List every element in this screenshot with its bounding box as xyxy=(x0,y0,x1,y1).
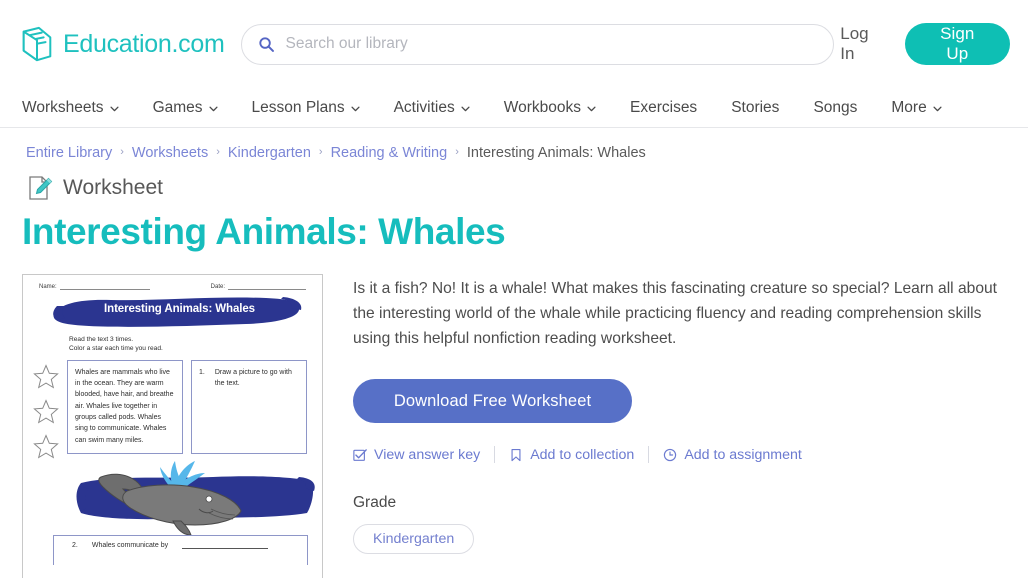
resource-type-label: Worksheet xyxy=(63,176,163,199)
worksheet-passage-text: Whales are mammals who live in the ocean… xyxy=(75,368,174,444)
worksheet-banner-title: Interesting Animals: Whales xyxy=(104,302,255,315)
whale-spouting-illustration xyxy=(76,460,315,535)
breadcrumb-link-kindergarten[interactable]: Kindergarten xyxy=(228,145,311,161)
search-icon xyxy=(259,36,275,52)
whale-illustration xyxy=(23,457,322,535)
sign-up-button[interactable]: Sign Up xyxy=(904,23,1010,65)
worksheet-passage-box: Whales are mammals who live in the ocean… xyxy=(67,359,183,454)
chevron-down-icon xyxy=(351,106,360,111)
add-to-assignment-label: Add to assignment xyxy=(684,446,802,463)
nav-item-label: Songs xyxy=(813,98,858,116)
breadcrumb-separator-icon: › xyxy=(455,146,459,158)
nav-item-lesson-plans[interactable]: Lesson Plans xyxy=(235,88,377,127)
worksheet-columns: Whales are mammals who live in the ocean… xyxy=(23,354,322,459)
search-bar[interactable] xyxy=(241,23,835,65)
resource-detail-column: Is it a fish? No! It is a whale! What ma… xyxy=(353,274,1006,578)
worksheet-instructions: Read the text 3 times. Color a star each… xyxy=(23,330,322,354)
nav-item-label: Exercises xyxy=(630,98,698,116)
checkbox-check-icon xyxy=(353,449,367,461)
view-answer-key-label: View answer key xyxy=(374,446,481,463)
clock-plus-icon xyxy=(664,448,677,461)
worksheet-date-field: Date: xyxy=(211,284,306,290)
auth-controls: Log In Sign Up xyxy=(834,20,1010,68)
resource-actions: View answer key Add to collection Add to… xyxy=(353,446,1006,464)
chevron-down-icon xyxy=(587,106,596,111)
add-to-collection-label: Add to collection xyxy=(530,446,635,463)
nav-item-exercises[interactable]: Exercises xyxy=(613,88,714,127)
worksheet-task-box: 1. Draw a picture to go with the text. xyxy=(191,359,307,454)
site-logo[interactable]: Education.com xyxy=(18,25,225,63)
star-icon xyxy=(33,398,59,424)
worksheet-page: Name: Date: Interesting Animals: Whales … xyxy=(23,275,322,578)
star-icon xyxy=(33,363,59,389)
date-blank-line xyxy=(228,284,306,290)
nav-item-worksheets[interactable]: Worksheets xyxy=(22,88,136,127)
grade-facet-label: Grade xyxy=(353,494,397,512)
download-free-worksheet-button[interactable]: Download Free Worksheet xyxy=(353,379,632,424)
nav-item-label: Stories xyxy=(731,98,780,116)
nav-item-games[interactable]: Games xyxy=(136,88,235,127)
breadcrumb-link-reading-writing[interactable]: Reading & Writing xyxy=(331,145,448,161)
search-input[interactable] xyxy=(285,35,818,53)
page-title: Interesting Animals: Whales xyxy=(22,211,506,252)
worksheet-name-field: Name: xyxy=(39,284,150,290)
worksheet-date-label: Date: xyxy=(210,283,225,290)
add-to-assignment-link[interactable]: Add to assignment xyxy=(649,447,816,463)
name-blank-line xyxy=(59,284,150,290)
worksheet-name-label: Name: xyxy=(39,283,57,290)
worksheet-pencil-icon xyxy=(29,176,53,200)
nav-item-label: Worksheets xyxy=(22,98,104,116)
breadcrumb-separator-icon: › xyxy=(120,146,124,158)
grade-tag-kindergarten[interactable]: Kindergarten xyxy=(353,524,475,555)
worksheet-question-row: 2. Whales communicate by xyxy=(53,534,308,565)
instructions-line-1: Read the text 3 times. xyxy=(69,335,134,343)
book-logo-icon xyxy=(22,26,52,62)
nav-item-label: Games xyxy=(152,98,203,116)
resource-description: Is it a fish? No! It is a whale! What ma… xyxy=(353,279,997,348)
star-icon xyxy=(33,433,59,459)
chevron-down-icon xyxy=(208,106,218,111)
worksheet-preview-thumbnail[interactable]: Name: Date: Interesting Animals: Whales … xyxy=(22,273,323,578)
worksheet-banner: Interesting Animals: Whales xyxy=(23,294,322,330)
logo-text: Education.com xyxy=(63,29,225,58)
task-number: 1. xyxy=(199,368,205,376)
nav-item-workbooks[interactable]: Workbooks xyxy=(487,88,613,127)
nav-item-activities[interactable]: Activities xyxy=(377,88,487,127)
bookmark-icon xyxy=(511,448,521,461)
breadcrumb-separator-icon: › xyxy=(318,146,323,158)
instructions-line-2: Color a star each time you read. xyxy=(69,345,163,353)
question-text: Whales communicate by xyxy=(91,541,169,549)
breadcrumb-current: Interesting Animals: Whales xyxy=(466,145,646,161)
breadcrumb: Entire Library › Worksheets › Kindergarten › R… xyxy=(0,128,1028,161)
nav-item-songs[interactable]: Songs xyxy=(796,88,874,127)
resource-type-row: Worksheet xyxy=(0,161,1028,202)
chevron-down-icon xyxy=(933,106,942,111)
nav-item-label: Workbooks xyxy=(503,98,581,116)
site-header: Education.com Log In Sign Up xyxy=(0,0,1028,88)
nav-item-label: Lesson Plans xyxy=(251,98,345,116)
nav-item-stories[interactable]: Stories xyxy=(714,88,796,127)
breadcrumb-link-entire-library[interactable]: Entire Library xyxy=(26,145,112,161)
worksheet-name-date-row: Name: Date: xyxy=(23,275,322,290)
nav-item-label: Activities xyxy=(393,98,455,116)
breadcrumb-separator-icon: › xyxy=(216,146,220,158)
add-to-collection-link[interactable]: Add to collection xyxy=(495,447,648,463)
grade-facet-tags: Kindergarten xyxy=(353,524,1006,555)
nav-item-label: More xyxy=(891,98,927,116)
nav-item-more[interactable]: More xyxy=(874,88,958,127)
chevron-down-icon xyxy=(461,106,470,111)
chevron-down-icon xyxy=(109,106,119,111)
breadcrumb-link-worksheets[interactable]: Worksheets xyxy=(132,145,208,161)
star-column xyxy=(33,360,59,459)
view-answer-key-link[interactable]: View answer key xyxy=(353,447,494,463)
log-in-link[interactable]: Log In xyxy=(834,20,890,68)
main-navigation: Worksheets Games Lesson Plans Activities Wor… xyxy=(0,88,1028,128)
resource-content: Name: Date: Interesting Animals: Whales … xyxy=(0,254,1028,578)
task-text: Draw a picture to go with the text. xyxy=(214,368,292,387)
question-blank-line xyxy=(182,542,269,549)
question-number: 2. xyxy=(72,541,78,549)
